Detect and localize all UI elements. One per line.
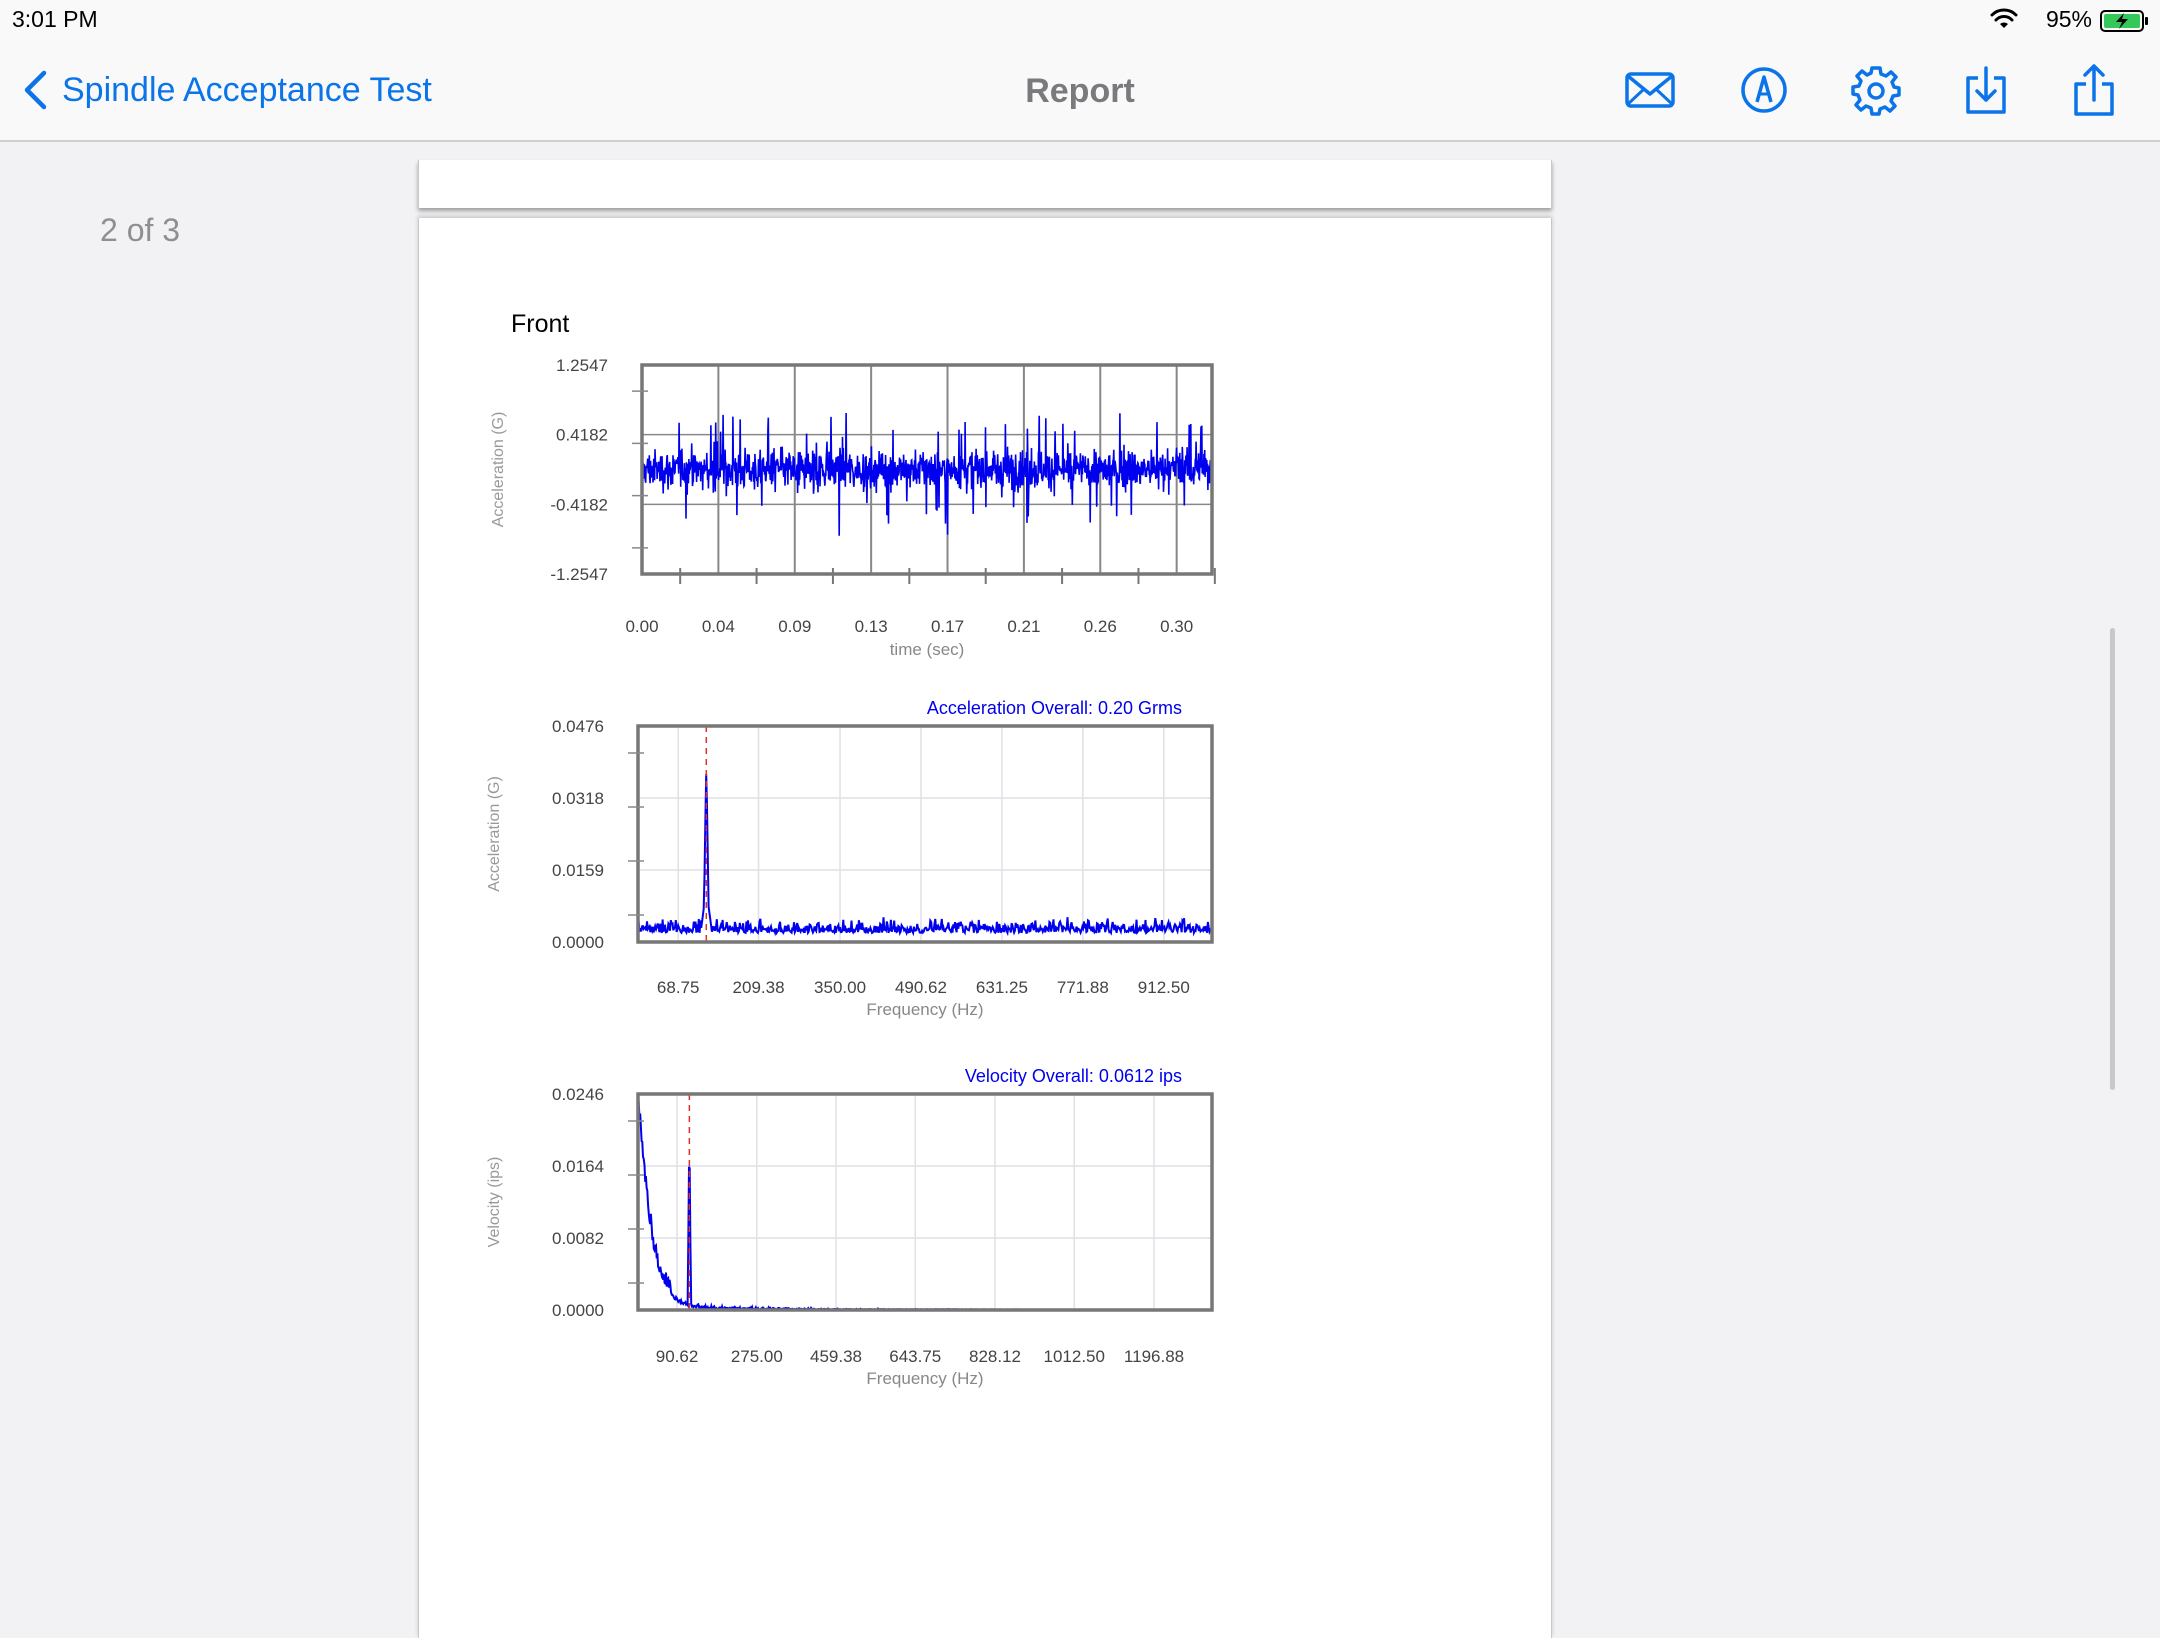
y-tick-label: 0.0246 — [552, 1085, 604, 1104]
x-axis-label: time (sec) — [890, 640, 965, 659]
y-axis-label: Acceleration (G) — [486, 776, 503, 892]
x-tick-label: 0.04 — [702, 617, 735, 636]
navigation-bar: Spindle Acceptance Test Report — [0, 40, 2160, 142]
plot-frame — [636, 724, 1214, 944]
x-tick-label: 631.25 — [976, 978, 1028, 997]
signal-trace — [641, 412, 1213, 536]
chart-1: 1.2547 0.4182 -0.4182 -1.2547 0.00 0.04 0.09 0.… — [490, 356, 1216, 659]
x-tick-label: 0.21 — [1007, 617, 1040, 636]
x-tick-label: 0.30 — [1160, 617, 1193, 636]
x-tick-label: 275.00 — [731, 1347, 783, 1366]
chart-grid — [638, 1094, 1212, 1310]
x-tick-label: 0.00 — [625, 617, 658, 636]
x-axis-label: Frequency (Hz) — [866, 1369, 983, 1388]
wifi-icon — [1990, 8, 2018, 28]
overall-value-label: Acceleration Overall: 0.20 Grms — [927, 698, 1182, 718]
y-tick-label: 0.0164 — [552, 1157, 604, 1176]
x-tick-label: 209.38 — [733, 978, 785, 997]
y-axis-label: Acceleration (G) — [490, 412, 507, 528]
x-tick-label: 1196.88 — [1124, 1347, 1184, 1366]
y-tick-label: 0.0159 — [552, 861, 604, 880]
x-tick-label: 0.17 — [931, 617, 964, 636]
scrollbar[interactable] — [2110, 628, 2115, 1090]
x-tick-label: 90.62 — [656, 1347, 699, 1366]
chart-2: 0.0476 0.0318 0.0159 0.0000 68.75 209.38 350.0… — [486, 698, 1214, 1019]
page-counter: 2 of 3 — [100, 212, 181, 248]
chart-grid — [638, 726, 1212, 942]
x-tick-label: 68.75 — [657, 978, 700, 997]
y-tick-label: 0.0476 — [552, 717, 604, 736]
overall-value-label: Velocity Overall: 0.0612 ips — [965, 1066, 1182, 1086]
x-tick-label: 643.75 — [889, 1347, 941, 1366]
markup-pen-icon[interactable] — [1736, 62, 1792, 118]
plot-frame — [636, 1092, 1214, 1312]
gear-icon[interactable] — [1848, 62, 1904, 118]
y-tick-label: -1.2547 — [550, 565, 608, 584]
share-icon[interactable] — [2066, 62, 2122, 118]
y-tick-label: 0.4182 — [556, 426, 608, 445]
battery-percent: 95% — [2045, 6, 2092, 32]
x-tick-label: 828.12 — [969, 1347, 1021, 1366]
y-axis-label: Velocity (ips) — [486, 1157, 503, 1248]
x-tick-label: 350.00 — [814, 978, 866, 997]
x-tick-label: 771.88 — [1057, 978, 1109, 997]
battery-charging-icon — [2100, 10, 2148, 32]
section-title: Front — [511, 310, 569, 338]
report-charts: Front 1.2547 0.4182 -0.4182 -1.2547 0.00 0.04… — [486, 310, 1216, 1388]
y-tick-label: 0.0082 — [552, 1229, 604, 1248]
y-tick-label: 0.0000 — [552, 1301, 604, 1320]
x-tick-label: 459.38 — [810, 1347, 862, 1366]
page-title: Report — [1025, 72, 1135, 110]
x-tick-label: 0.13 — [855, 617, 888, 636]
status-bar: 3:01 PM 95% — [0, 0, 2160, 40]
y-tick-label: -0.4182 — [550, 495, 608, 514]
x-tick-label: 0.09 — [778, 617, 811, 636]
previous-page[interactable] — [418, 160, 1552, 208]
x-tick-label: 490.62 — [895, 978, 947, 997]
x-tick-label: 1012.50 — [1044, 1347, 1105, 1366]
mail-icon[interactable] — [1622, 62, 1678, 118]
y-tick-label: 0.0318 — [552, 789, 604, 808]
y-tick-label: 0.0000 — [552, 933, 604, 952]
x-tick-label: 0.26 — [1084, 617, 1117, 636]
x-tick-label: 912.50 — [1138, 978, 1190, 997]
y-tick-label: 1.2547 — [556, 356, 608, 375]
chart-3: 0.0246 0.0164 0.0082 0.0000 90.62 275.00 459.3… — [486, 1066, 1214, 1388]
signal-trace — [637, 1093, 1213, 1313]
status-time: 3:01 PM — [12, 6, 98, 32]
x-axis-label: Frequency (Hz) — [866, 1000, 983, 1019]
download-icon[interactable] — [1958, 62, 2014, 118]
report-page[interactable]: Front 1.2547 0.4182 -0.4182 -1.2547 0.00 0.04… — [418, 218, 1552, 1638]
